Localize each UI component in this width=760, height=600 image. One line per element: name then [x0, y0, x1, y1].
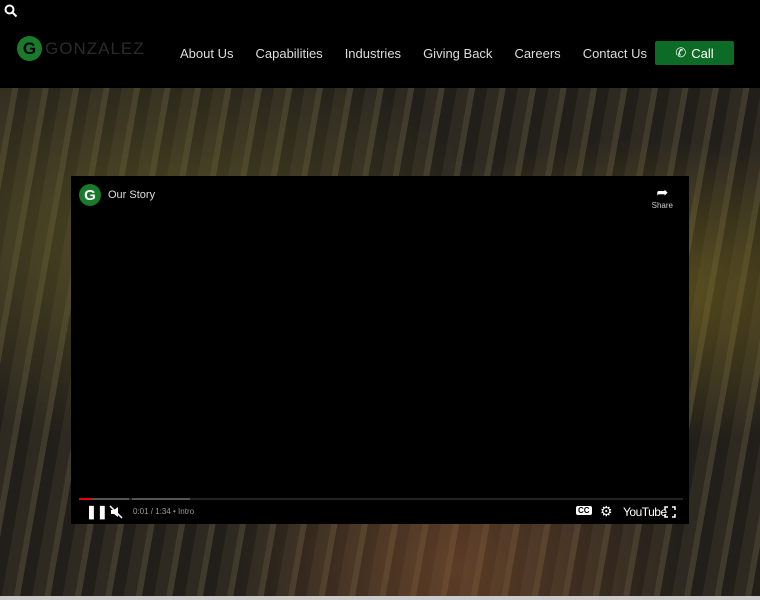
site-header: G GONZALEZ About Us Capabilities Industr… [0, 0, 760, 88]
nav-industries[interactable]: Industries [345, 46, 401, 61]
nav-capabilities[interactable]: Capabilities [255, 46, 322, 61]
chapter-segment [132, 498, 190, 500]
youtube-logo[interactable]: YouTube [623, 505, 667, 519]
page-bottom-edge [0, 596, 760, 600]
video-player[interactable]: G Our Story ➦ Share ❚❚ 0:01 / 1:34 • Int… [71, 176, 689, 524]
main-nav: About Us Capabilities Industries Giving … [180, 46, 647, 61]
site-logo[interactable]: G GONZALEZ [17, 36, 145, 61]
player-controls: ❚❚ 0:01 / 1:34 • Intro CC ⚙ YouTube [71, 503, 689, 522]
progress-played [79, 498, 91, 500]
logo-text: GONZALEZ [45, 38, 145, 58]
share-button[interactable]: ➦ Share [652, 184, 673, 210]
share-icon: ➦ [656, 184, 669, 200]
nav-giving-back[interactable]: Giving Back [423, 46, 492, 61]
captions-icon[interactable]: CC [576, 506, 592, 515]
nav-about-us[interactable]: About Us [180, 46, 233, 61]
channel-avatar[interactable]: G [79, 184, 101, 206]
muted-icon[interactable] [109, 505, 123, 519]
search-icon[interactable] [4, 4, 18, 18]
fullscreen-icon[interactable] [664, 506, 676, 518]
settings-icon[interactable]: ⚙ [600, 503, 613, 520]
time-display: 0:01 / 1:34 • Intro [133, 507, 195, 516]
nav-contact-us[interactable]: Contact Us [583, 46, 647, 61]
call-button[interactable]: ✆ Call [655, 41, 734, 65]
share-label: Share [651, 201, 673, 210]
phone-icon: ✆ [675, 45, 687, 60]
pause-icon[interactable]: ❚❚ [86, 504, 108, 520]
nav-careers[interactable]: Careers [514, 46, 560, 61]
call-label: Call [691, 45, 714, 61]
logo-mark: G [17, 36, 42, 61]
progress-bar[interactable] [79, 498, 683, 500]
video-title[interactable]: Our Story [108, 189, 155, 201]
